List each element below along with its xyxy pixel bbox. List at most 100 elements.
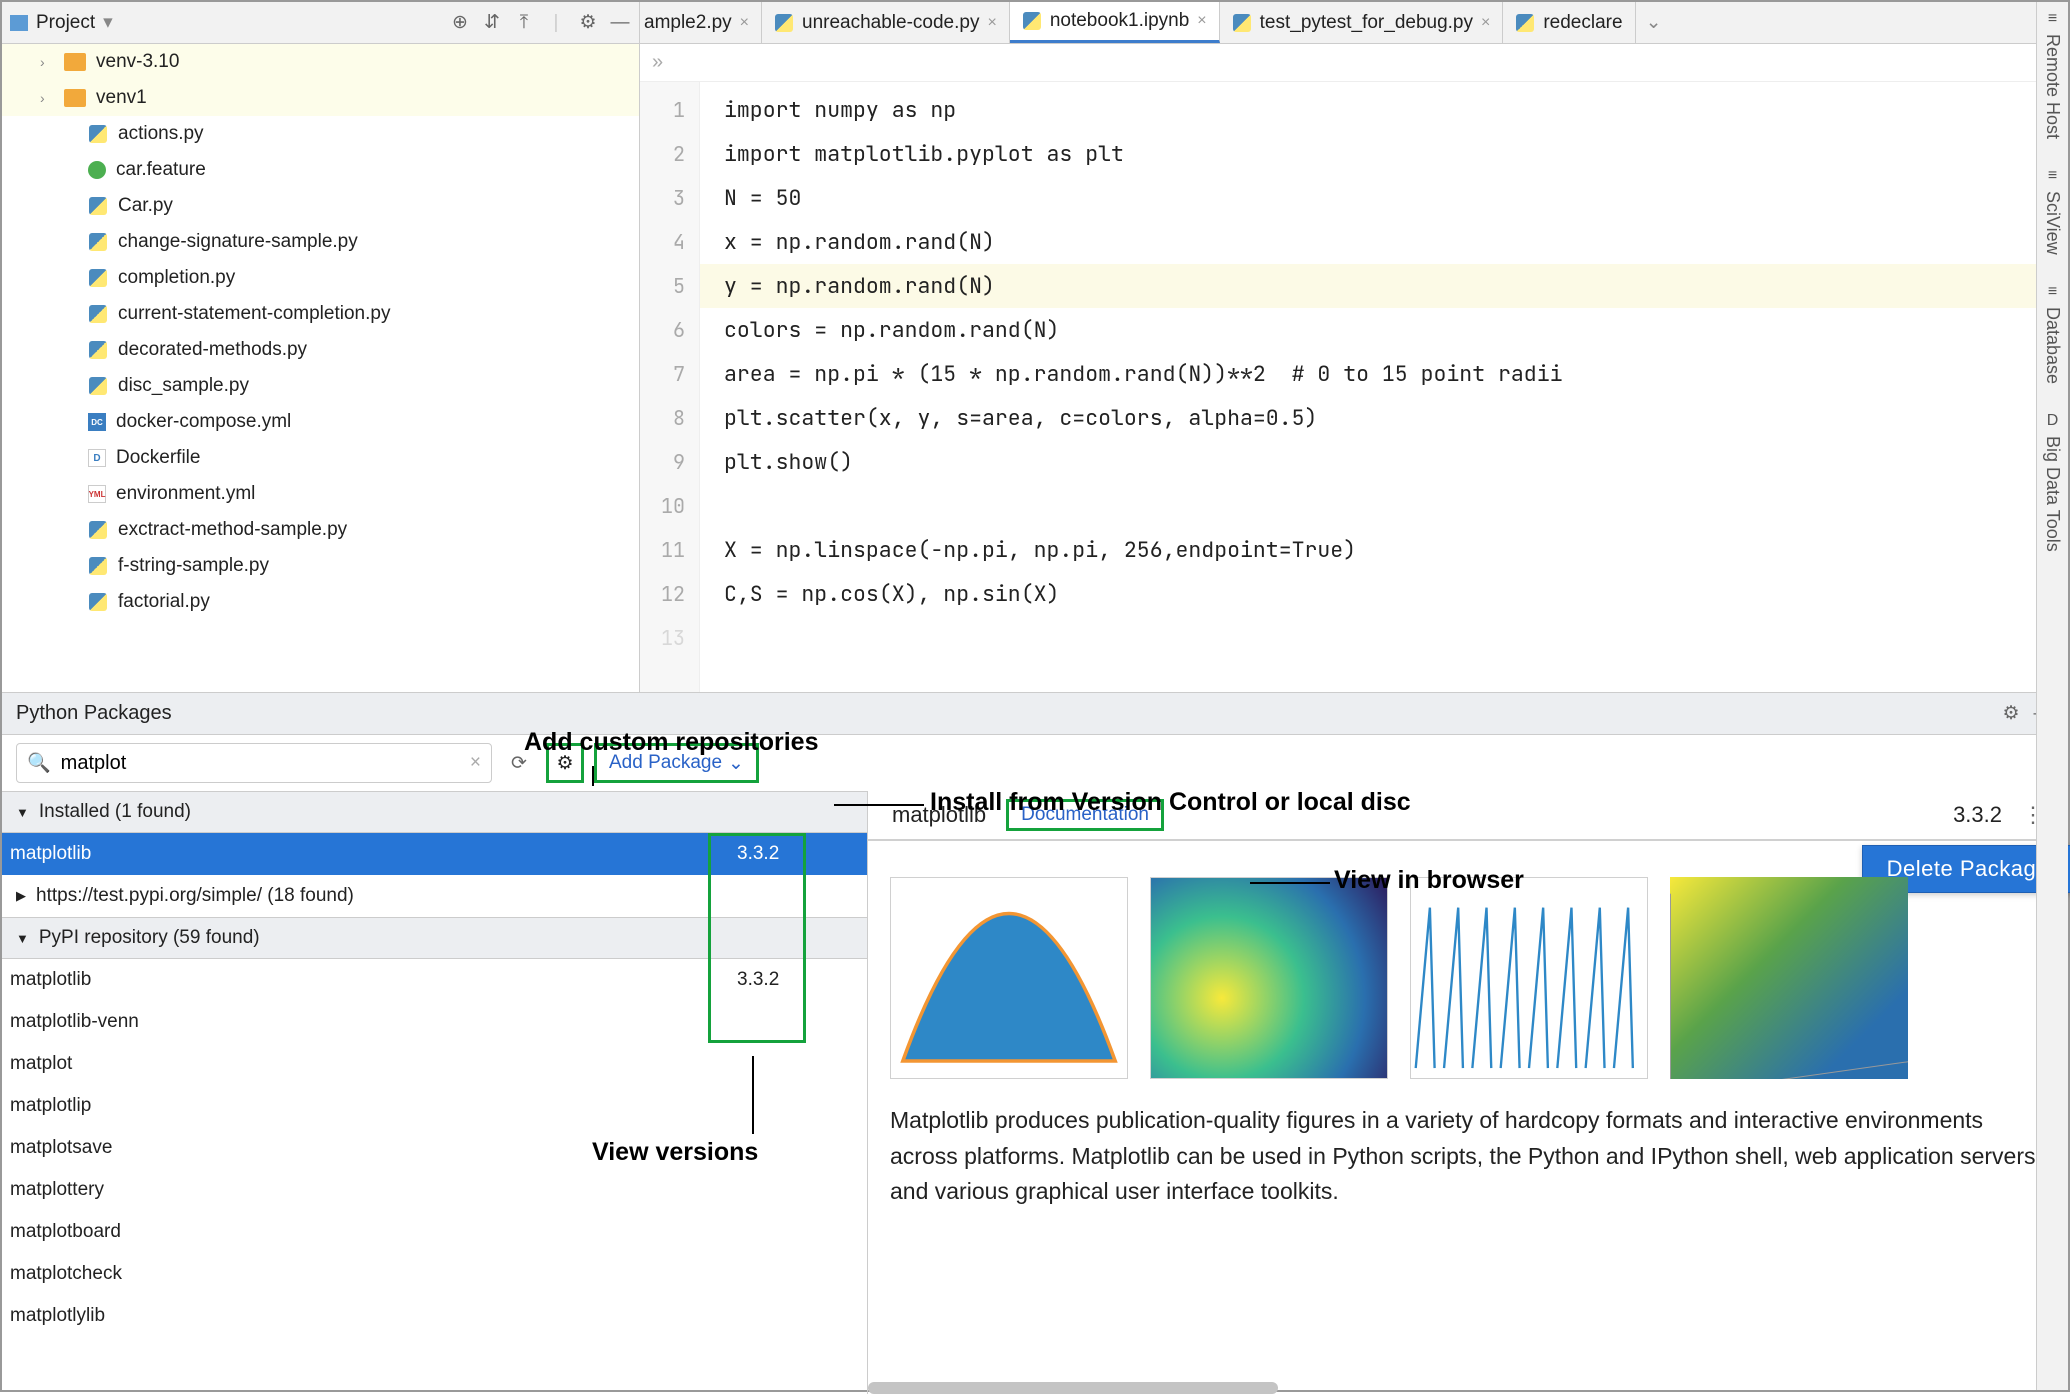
- tab-label: test_pytest_for_debug.py: [1260, 12, 1473, 34]
- python-file-icon: [88, 340, 108, 360]
- editor-tab[interactable]: unreachable-code.py ×: [762, 2, 1010, 43]
- package-version: 3.3.2: [737, 969, 867, 991]
- clear-icon[interactable]: ×: [470, 752, 481, 774]
- python-file-icon: [1515, 13, 1535, 33]
- editor-tab[interactable]: test_pytest_for_debug.py ×: [1220, 2, 1504, 43]
- chevron-down-icon: ⌄: [1646, 11, 1662, 34]
- tab-label: unreachable-code.py: [802, 12, 979, 34]
- editor-tab[interactable]: notebook1.ipynb ×: [1010, 2, 1220, 43]
- right-tool-sidebar: ≡Remote Host ≡SciView ≡Database DBig Dat…: [2036, 2, 2068, 1390]
- package-row[interactable]: matplotlib3.3.2: [2, 959, 867, 1001]
- sidebar-item-big-data-tools[interactable]: DBig Data Tools: [2042, 412, 2063, 552]
- file-label: actions.py: [118, 123, 204, 145]
- breadcrumb[interactable]: » ››: [640, 44, 2068, 82]
- tab-label: redeclare: [1543, 12, 1622, 34]
- package-row[interactable]: matplottery: [2, 1169, 867, 1211]
- annotation-line: [834, 804, 924, 806]
- package-name: matplotlylib: [8, 1305, 737, 1327]
- tree-file[interactable]: YMLenvironment.yml: [2, 476, 639, 512]
- packages-title: Python Packages: [16, 702, 1990, 725]
- project-panel: Project ▾ ⊕ ⇵ ⤒ | ⚙ — › venv-3.10 › venv…: [2, 2, 640, 692]
- annotation-view-versions: View versions: [592, 1138, 758, 1167]
- file-label: disc_sample.py: [118, 375, 249, 397]
- annotation-line: [592, 766, 594, 786]
- chevron-right-icon: ›: [40, 90, 54, 106]
- repo-header-label: https://test.pypi.org/simple/ (18 found): [36, 885, 354, 907]
- sidebar-item-sciview[interactable]: ≡SciView: [2042, 167, 2063, 255]
- tree-file[interactable]: actions.py: [2, 116, 639, 152]
- search-input[interactable]: [61, 752, 460, 775]
- python-file-icon: [1022, 11, 1042, 31]
- tree-file[interactable]: disc_sample.py: [2, 368, 639, 404]
- collapse-all-icon[interactable]: ⤒: [513, 12, 535, 34]
- file-label: Dockerfile: [116, 447, 200, 469]
- tree-file[interactable]: DDockerfile: [2, 440, 639, 476]
- package-row[interactable]: matplotcheck: [2, 1253, 867, 1295]
- python-file-icon: [88, 232, 108, 252]
- code-editor[interactable]: 12345678910111213 import numpy as npimpo…: [640, 82, 2068, 692]
- project-tree[interactable]: › venv-3.10 › venv1 actions.py car.featur…: [2, 44, 639, 692]
- tree-file[interactable]: Car.py: [2, 188, 639, 224]
- close-icon[interactable]: ×: [1197, 12, 1206, 30]
- package-row[interactable]: matplotlib-venn: [2, 1001, 867, 1043]
- project-icon: [10, 15, 28, 31]
- annotation-line: [752, 1056, 754, 1134]
- tree-folder[interactable]: › venv1: [2, 80, 639, 116]
- yaml-file-icon: YML: [88, 485, 106, 503]
- package-name: matplotlip: [8, 1095, 737, 1117]
- package-row[interactable]: matplotlylib: [2, 1295, 867, 1337]
- gear-icon[interactable]: ⚙: [577, 12, 599, 34]
- sciview-icon: ≡: [2048, 167, 2057, 185]
- tab-overflow[interactable]: ⌄: [1636, 2, 1672, 43]
- expand-all-icon[interactable]: ⇵: [481, 12, 503, 34]
- package-name: matplotlib-venn: [8, 1011, 737, 1033]
- file-label: current-statement-completion.py: [118, 303, 390, 325]
- package-row[interactable]: matplotlip: [2, 1085, 867, 1127]
- scrollbar-horizontal[interactable]: [868, 1382, 1278, 1394]
- installed-group-header[interactable]: ▼ Installed (1 found): [2, 791, 867, 833]
- sidebar-item-remote-host[interactable]: ≡Remote Host: [2042, 10, 2063, 139]
- tree-file[interactable]: exctract-method-sample.py: [2, 512, 639, 548]
- thumbnail-3d-surface: [1670, 877, 1908, 1079]
- editor-tab[interactable]: redeclare: [1503, 2, 1635, 43]
- tree-file[interactable]: factorial.py: [2, 584, 639, 620]
- hide-icon[interactable]: —: [609, 12, 631, 34]
- project-selector[interactable]: Project ▾: [10, 11, 113, 34]
- chevron-right-icon: ›: [40, 54, 54, 70]
- sidebar-item-database[interactable]: ≡Database: [2042, 283, 2063, 384]
- search-box[interactable]: 🔍 ×: [16, 743, 492, 783]
- tree-folder[interactable]: › venv-3.10: [2, 44, 639, 80]
- tab-label: notebook1.ipynb: [1050, 10, 1189, 32]
- code-content[interactable]: import numpy as npimport matplotlib.pypl…: [700, 82, 2068, 692]
- tree-file[interactable]: decorated-methods.py: [2, 332, 639, 368]
- chevron-down-icon: ▼: [16, 931, 29, 946]
- tree-file[interactable]: change-signature-sample.py: [2, 224, 639, 260]
- pypi-group-header[interactable]: ▼ PyPI repository (59 found): [2, 917, 867, 959]
- tree-file[interactable]: f-string-sample.py: [2, 548, 639, 584]
- package-row[interactable]: matplotboard: [2, 1211, 867, 1253]
- detail-version: 3.3.2: [1953, 802, 2002, 828]
- annotation-view-browser: View in browser: [1334, 866, 1524, 895]
- python-file-icon: [88, 124, 108, 144]
- tree-file[interactable]: car.feature: [2, 152, 639, 188]
- bigdata-icon: D: [2047, 412, 2059, 430]
- file-label: change-signature-sample.py: [118, 231, 358, 253]
- repo-group-header[interactable]: ▶ https://test.pypi.org/simple/ (18 foun…: [2, 875, 867, 917]
- package-name: matplottery: [8, 1179, 737, 1201]
- gear-icon[interactable]: ⚙: [2000, 703, 2022, 725]
- folder-label: venv1: [96, 87, 147, 109]
- annotation-add-repos: Add custom repositories: [524, 728, 819, 757]
- python-file-icon: [88, 268, 108, 288]
- close-icon[interactable]: ×: [987, 14, 996, 32]
- tree-file[interactable]: current-statement-completion.py: [2, 296, 639, 332]
- tree-file[interactable]: DCdocker-compose.yml: [2, 404, 639, 440]
- package-row-selected[interactable]: matplotlib 3.3.2: [2, 833, 867, 875]
- locate-icon[interactable]: ⊕: [449, 12, 471, 34]
- close-icon[interactable]: ×: [1481, 14, 1490, 32]
- editor-tab[interactable]: ample2.py×: [640, 2, 762, 43]
- tree-file[interactable]: completion.py: [2, 260, 639, 296]
- folder-icon: [64, 89, 86, 107]
- file-label: docker-compose.yml: [116, 411, 291, 433]
- package-row[interactable]: matplot: [2, 1043, 867, 1085]
- close-icon[interactable]: ×: [740, 14, 749, 32]
